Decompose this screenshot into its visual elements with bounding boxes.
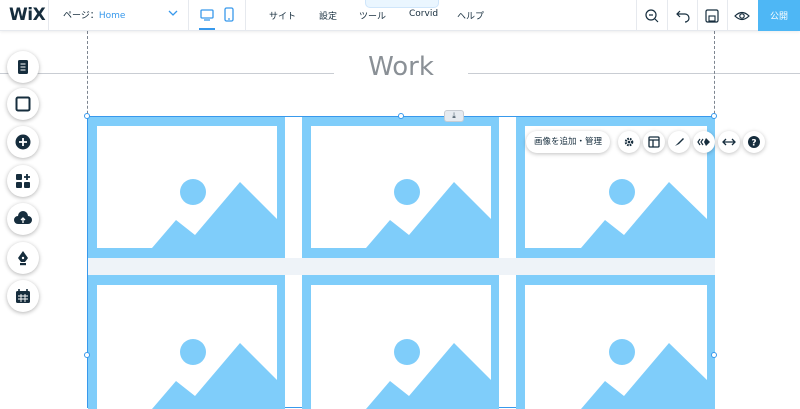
download-icon[interactable]: ⤓: [444, 110, 464, 122]
zoom-out-button[interactable]: [637, 0, 667, 31]
menu-tools[interactable]: ツール: [359, 9, 386, 22]
menu-help[interactable]: ヘルプ: [457, 9, 484, 22]
divider: [188, 0, 189, 31]
chevron-down-icon: [168, 10, 178, 16]
help-button[interactable]: ?: [743, 131, 765, 153]
section-rule-left: [0, 73, 334, 74]
gallery-image-placeholder[interactable]: [88, 117, 285, 258]
layout-icon: [648, 136, 660, 148]
menu-settings[interactable]: 設定: [319, 9, 337, 22]
blog-button[interactable]: [7, 242, 39, 274]
design-button[interactable]: [668, 131, 690, 153]
add-apps-button[interactable]: [7, 165, 39, 197]
image-placeholder-icon: [97, 126, 278, 248]
upload-icon: [14, 211, 32, 224]
box-icon: [15, 96, 31, 112]
desktop-view-button[interactable]: [199, 6, 215, 24]
add-icon: [15, 134, 31, 150]
pages-menu-button[interactable]: [7, 51, 39, 83]
page-selector-value: Home: [98, 11, 126, 21]
gallery-image-placeholder[interactable]: [302, 117, 499, 258]
gallery-row-gap: [88, 258, 715, 275]
chevron-up-icon: ⌃: [399, 0, 406, 5]
image-placeholder-icon: [311, 126, 492, 248]
calendar-icon: [16, 289, 30, 303]
save-icon: [705, 8, 719, 23]
image-placeholder-icon: [311, 285, 492, 409]
section-rule-right: [468, 73, 800, 74]
gallery-image-placeholder[interactable]: [88, 275, 285, 409]
bookings-button[interactable]: [7, 280, 39, 312]
desktop-active-indicator: [199, 28, 215, 30]
paintbrush-icon: [675, 138, 684, 146]
page-icon: [18, 60, 28, 74]
manage-images-button[interactable]: 画像を追加・管理: [526, 131, 611, 153]
image-gallery[interactable]: [87, 116, 715, 409]
apps-icon: [16, 174, 30, 188]
divider: [48, 0, 49, 31]
desktop-icon: [200, 9, 214, 21]
gear-icon: [624, 137, 634, 147]
resize-handle[interactable]: [84, 113, 90, 119]
add-button[interactable]: [7, 126, 39, 158]
resize-handle[interactable]: [711, 113, 717, 119]
divider: [245, 0, 246, 31]
section-title: Work: [368, 52, 434, 82]
menu-site[interactable]: サイト: [269, 9, 296, 22]
resize-handle[interactable]: [398, 113, 404, 119]
stretch-button[interactable]: [718, 131, 740, 153]
animation-icon: [697, 138, 710, 146]
eye-icon: [734, 11, 750, 20]
settings-button[interactable]: [618, 131, 640, 153]
background-button[interactable]: [7, 88, 39, 120]
gallery-image-placeholder[interactable]: [516, 275, 715, 409]
publish-button[interactable]: 公開: [758, 0, 800, 31]
mobile-view-button[interactable]: [221, 6, 237, 24]
save-button[interactable]: [697, 0, 727, 31]
page-selector-label: ページ：: [63, 11, 99, 21]
undo-button[interactable]: [667, 0, 697, 31]
image-placeholder-icon: [525, 285, 708, 409]
help-icon: ?: [748, 136, 760, 149]
pen-icon: [18, 251, 28, 266]
zoom-out-icon: [645, 8, 659, 22]
collapse-toolbar-tab[interactable]: ⌃: [365, 0, 439, 8]
media-upload-button[interactable]: [7, 203, 39, 235]
image-placeholder-icon: [97, 285, 278, 409]
resize-handle[interactable]: [84, 352, 90, 358]
svg-text:?: ?: [751, 139, 756, 149]
gallery-image-placeholder[interactable]: [302, 275, 499, 409]
resize-handle[interactable]: [711, 352, 717, 358]
layout-button[interactable]: [643, 131, 665, 153]
preview-button[interactable]: [727, 0, 757, 31]
animation-button[interactable]: [693, 131, 715, 153]
page-selector[interactable]: ページ：Home: [63, 8, 188, 24]
mobile-icon: [224, 7, 234, 22]
wix-logo: WiX: [9, 5, 46, 25]
menu-corvid[interactable]: Corvid: [409, 9, 438, 19]
undo-icon: [676, 10, 690, 23]
stretch-icon: [722, 138, 736, 146]
